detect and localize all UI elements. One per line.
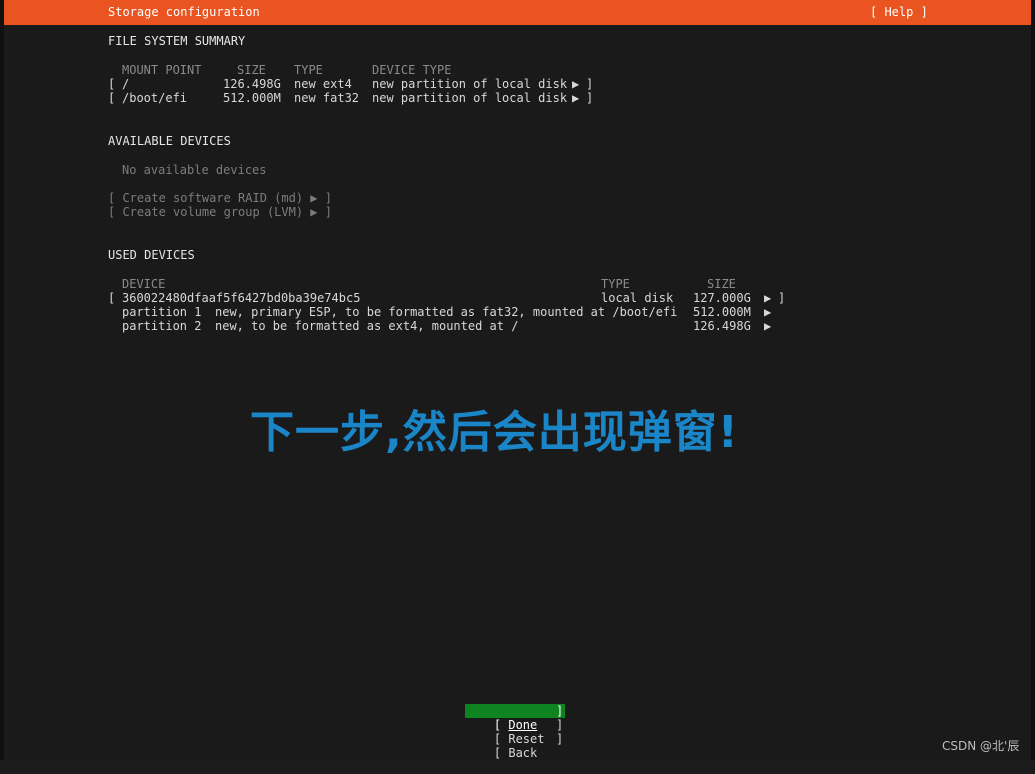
fs-mount-point: /boot/efi <box>122 91 188 105</box>
row-close-bracket: ] <box>778 291 786 305</box>
installer-screen: Storage configuration [ Help ] FILE SYST… <box>0 0 1035 760</box>
chevron-right-icon: ▶ <box>572 77 580 91</box>
partition-name: partition 1 <box>122 305 202 319</box>
row-close-bracket: ] <box>586 77 594 91</box>
button-close-bracket: ] <box>556 704 564 718</box>
col-size: SIZE <box>237 63 266 77</box>
frame-right-border <box>1031 0 1035 760</box>
no-available-devices-text: No available devices <box>122 163 267 177</box>
frame-left-border <box>0 0 4 760</box>
back-button[interactable]: [ Back] <box>465 732 565 760</box>
col-type: TYPE <box>601 277 630 291</box>
fs-size: 512.000M <box>223 91 281 105</box>
fs-device-type: new partition of local disk <box>372 77 568 91</box>
row-open-bracket: [ <box>108 91 116 105</box>
row-open-bracket: [ <box>108 291 116 305</box>
back-button-label: Back <box>508 746 538 760</box>
disk-type: local disk <box>601 291 674 305</box>
filesystem-summary-heading: FILE SYSTEM SUMMARY <box>108 34 246 48</box>
chevron-right-icon: ▶ <box>572 91 580 105</box>
available-devices-heading: AVAILABLE DEVICES <box>108 134 231 148</box>
row-close-bracket: ] <box>586 91 594 105</box>
reset-button[interactable]: [ Reset] <box>465 718 565 746</box>
row-open-bracket: [ <box>108 77 116 91</box>
page-title: Storage configuration <box>108 5 260 19</box>
button-close-bracket: ] <box>556 732 564 746</box>
create-lvm-action: [ Create volume group (LVM) ▶ ] <box>108 205 332 219</box>
button-close-bracket: ] <box>556 718 564 732</box>
fs-size: 126.498G <box>223 77 281 91</box>
done-button[interactable]: [ Done] <box>465 704 565 732</box>
partition-size: 126.498G <box>693 319 751 333</box>
fs-type: new fat32 <box>294 91 360 105</box>
chevron-right-icon: ▶ <box>764 305 772 319</box>
fs-device-type: new partition of local disk <box>372 91 568 105</box>
watermark: CSDN @北'辰 <box>942 739 1020 753</box>
used-devices-heading: USED DEVICES <box>108 248 195 262</box>
col-device-type: DEVICE TYPE <box>372 63 452 77</box>
create-raid-action: [ Create software RAID (md) ▶ ] <box>108 191 332 205</box>
chevron-right-icon: ▶ <box>764 291 772 305</box>
col-type: TYPE <box>294 63 323 77</box>
overlay-caption: 下一步,然后会出现弹窗! <box>250 407 739 458</box>
disk-size: 127.000G <box>693 291 751 305</box>
partition-description: new, primary ESP, to be formatted as fat… <box>215 305 678 319</box>
help-button[interactable]: [ Help ] <box>870 5 928 19</box>
button-open-bracket: [ <box>493 746 509 760</box>
chevron-right-icon: ▶ <box>764 319 772 333</box>
fs-type: new ext4 <box>294 77 352 91</box>
col-mount-point: MOUNT POINT <box>122 63 202 77</box>
col-device: DEVICE <box>122 277 166 291</box>
title-bar: Storage configuration [ Help ] <box>4 0 1031 25</box>
partition-size: 512.000M <box>693 305 751 319</box>
col-size: SIZE <box>707 277 736 291</box>
partition-description: new, to be formatted as ext4, mounted at… <box>215 319 519 333</box>
partition-name: partition 2 <box>122 319 202 333</box>
disk-name: 360022480dfaaf5f6427bd0ba39e74bc5 <box>122 291 361 305</box>
fs-mount-point: / <box>122 77 130 91</box>
